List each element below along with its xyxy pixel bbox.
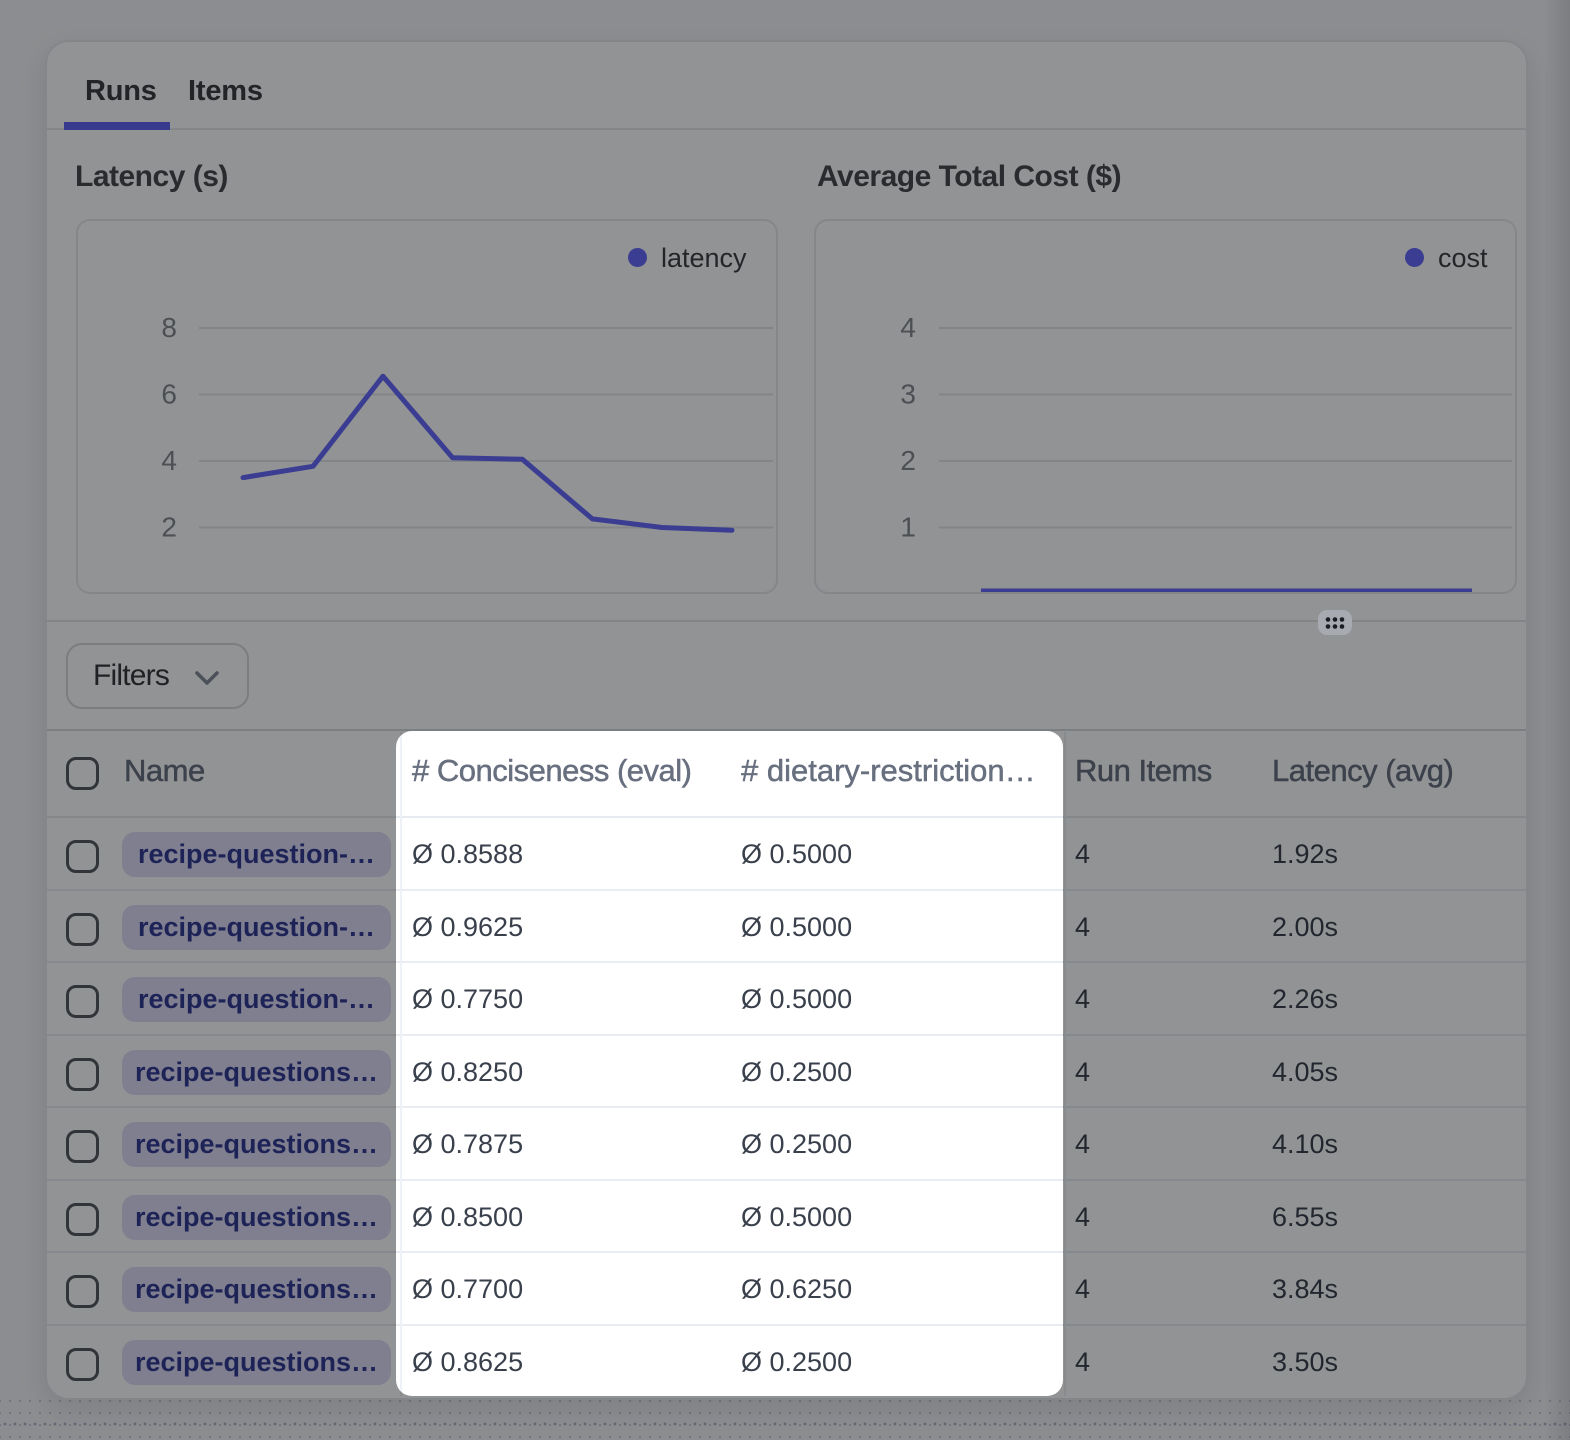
svg-text:6: 6 <box>161 379 177 410</box>
svg-text:4: 4 <box>900 312 916 343</box>
svg-text:8: 8 <box>161 312 177 343</box>
svg-text:1: 1 <box>900 512 916 543</box>
svg-text:2: 2 <box>900 445 916 476</box>
svg-text:4: 4 <box>161 445 177 476</box>
svg-text:2: 2 <box>161 512 177 543</box>
svg-text:3: 3 <box>900 379 916 410</box>
